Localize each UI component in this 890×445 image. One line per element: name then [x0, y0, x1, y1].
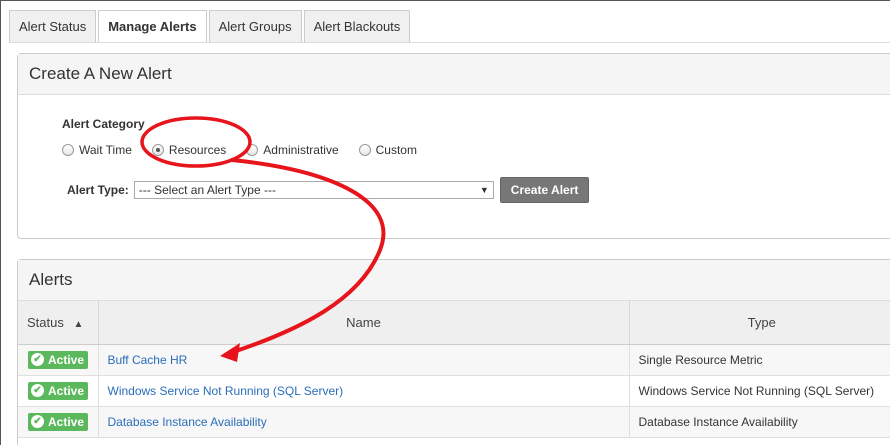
status-cell: ✔ Active [18, 375, 99, 407]
status-cell: ✔ Active [18, 344, 99, 376]
name-cell: Database Instance Availability [98, 406, 630, 438]
radio-administrative[interactable]: Administrative [246, 143, 339, 157]
column-header-status-label: Status [27, 314, 64, 330]
alerts-table: Status ▲ Name Type ✔ Active Buff Cache HR… [18, 301, 890, 438]
check-circle-icon: ✔ [31, 384, 44, 397]
alerts-panel: Alerts Status ▲ Name Type ✔ Active Buff … [17, 259, 890, 445]
tab-manage-alerts[interactable]: Manage Alerts [98, 10, 207, 43]
alerts-title: Alerts [18, 260, 890, 301]
sort-ascending-icon: ▲ [73, 318, 84, 330]
column-header-name[interactable]: Name [98, 301, 630, 345]
chevron-down-icon: ▼ [479, 185, 489, 195]
table-row: ✔ Active Buff Cache HR Single Resource Me… [18, 344, 890, 376]
status-badge-label: Active [48, 352, 85, 367]
radio-wait-time-label: Wait Time [79, 143, 132, 157]
name-cell: Windows Service Not Running (SQL Server) [98, 375, 630, 407]
name-cell: Buff Cache HR [98, 344, 630, 376]
table-row: ✔ Active Database Instance Availability D… [18, 406, 890, 438]
alert-name-link[interactable]: Windows Service Not Running (SQL Server) [108, 384, 344, 398]
column-header-status[interactable]: Status ▲ [18, 301, 99, 345]
radio-administrative-label: Administrative [263, 143, 339, 157]
alert-type-row: Alert Type: --- Select an Alert Type ---… [67, 177, 590, 203]
check-circle-icon: ✔ [31, 353, 44, 366]
alert-category-label: Alert Category [62, 117, 145, 131]
check-circle-icon: ✔ [31, 415, 44, 428]
alert-type-select-value: --- Select an Alert Type --- [138, 183, 276, 197]
radio-custom-label: Custom [375, 143, 417, 157]
type-cell: Single Resource Metric [629, 344, 890, 376]
type-cell: Database Instance Availability [629, 406, 890, 438]
radio-custom-circle[interactable] [358, 144, 371, 156]
tab-alert-groups[interactable]: Alert Groups [208, 10, 302, 43]
table-row: ✔ Active Windows Service Not Running (SQL… [18, 375, 890, 407]
create-alert-title: Create A New Alert [18, 54, 890, 95]
status-badge: ✔ Active [28, 412, 89, 431]
radio-wait-time[interactable]: Wait Time [62, 143, 132, 157]
tab-bar: Alert Status Manage Alerts Alert Groups … [9, 10, 412, 43]
radio-resources-circle[interactable] [151, 144, 164, 156]
status-badge: ✔ Active [28, 350, 89, 369]
alerts-header-row: Status ▲ Name Type [18, 301, 890, 345]
radio-administrative-circle[interactable] [246, 144, 259, 156]
tab-alert-blackouts[interactable]: Alert Blackouts [303, 10, 411, 43]
app-frame: Alert Status Manage Alerts Alert Groups … [0, 0, 890, 445]
alert-type-select[interactable]: --- Select an Alert Type --- ▼ [133, 181, 494, 199]
radio-custom[interactable]: Custom [358, 143, 417, 157]
status-badge-label: Active [48, 383, 85, 398]
type-cell: Windows Service Not Running (SQL Server) [629, 375, 890, 407]
radio-wait-time-circle[interactable] [62, 144, 74, 156]
status-badge: ✔ Active [28, 381, 89, 400]
create-alert-panel: Create A New Alert Alert Category Wait T… [17, 53, 890, 239]
alert-name-link[interactable]: Buff Cache HR [108, 353, 188, 367]
status-badge-label: Active [48, 414, 85, 429]
alert-name-link[interactable]: Database Instance Availability [108, 415, 267, 429]
create-alert-button[interactable]: Create Alert [499, 177, 590, 203]
alert-type-label: Alert Type: [67, 183, 129, 197]
column-header-type[interactable]: Type [629, 301, 890, 345]
tab-divider [9, 42, 890, 43]
alert-category-radios: Wait Time Resources Administrative Custo… [62, 143, 437, 157]
status-cell: ✔ Active [18, 406, 99, 438]
tab-alert-status[interactable]: Alert Status [9, 10, 97, 43]
radio-resources[interactable]: Resources [151, 143, 227, 157]
radio-resources-label: Resources [168, 143, 227, 157]
